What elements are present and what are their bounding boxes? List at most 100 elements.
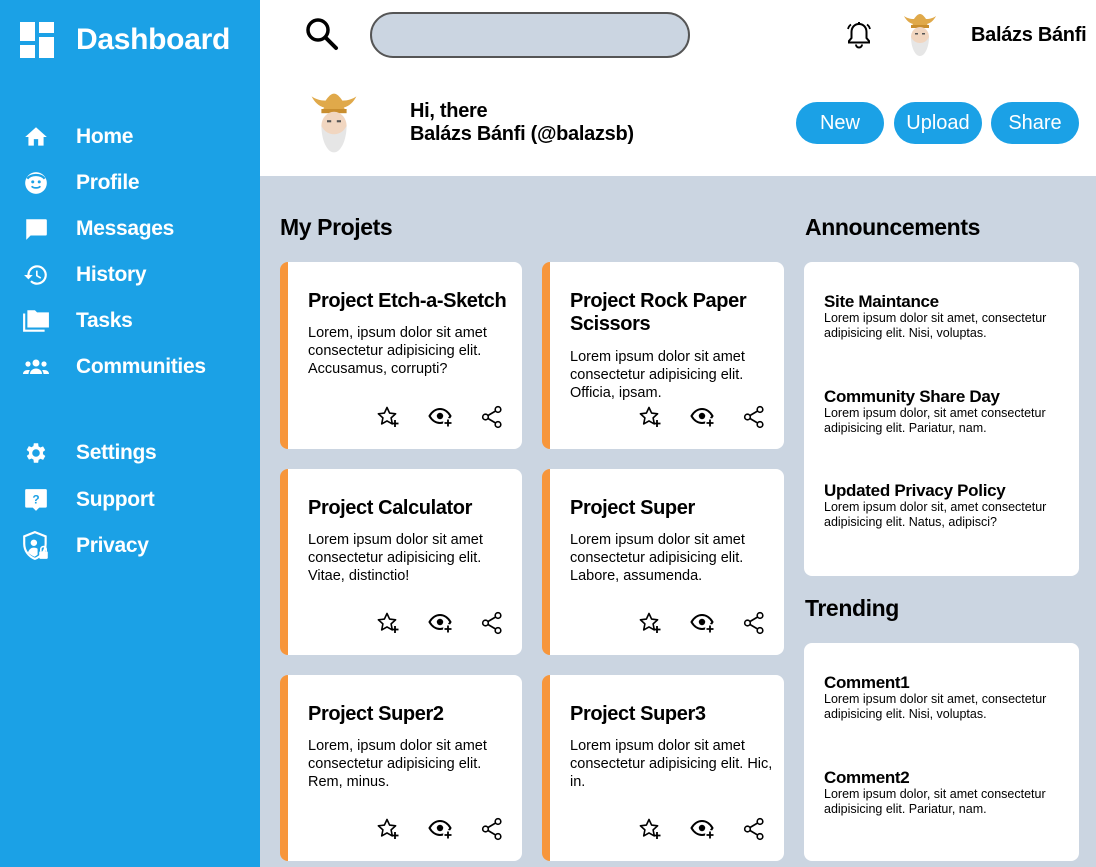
support-icon: ? [22,486,50,514]
eye-add-icon[interactable] [690,405,715,429]
trending-item-title: Comment1 [824,673,910,692]
new-button[interactable]: New [796,102,884,144]
project-card[interactable]: Project Super2 Lorem, ipsum dolor sit ame… [280,675,522,861]
project-title: Project Super3 [570,703,706,725]
trending-panel: Comment1 Lorem ipsum dolor sit amet, con… [804,643,1079,861]
star-add-icon[interactable] [376,405,400,429]
search-icon[interactable] [304,16,340,52]
messages-icon [22,215,50,243]
announcement-text: Lorem ipsum dolor sit, amet consectetur … [824,500,1047,529]
sidebar-item-privacy[interactable]: Privacy [22,529,149,563]
project-description: Lorem ipsum dolor sit amet consectetur a… [308,532,483,584]
announcements-panel: Site Maintance Lorem ipsum dolor sit ame… [804,262,1079,576]
history-icon [22,261,50,289]
sidebar-item-label: Profile [76,171,140,194]
top-header: Balázs Bánfi [260,0,1096,76]
sidebar-item-tasks[interactable]: Tasks [22,304,133,338]
announcement-text: Lorem ipsum dolor, sit amet consectetur … [824,406,1046,435]
sidebar-item-label: Tasks [76,309,133,332]
trending-title: Trending [805,595,899,621]
project-card[interactable]: Project Calculator Lorem ipsum dolor sit … [280,469,522,655]
announcement-title: Updated Privacy Policy [824,481,1006,500]
share-icon[interactable] [742,817,766,841]
project-actions [376,817,504,841]
profile-icon [22,169,50,197]
folder-icon [22,307,50,335]
projects-title: My Projets [280,214,393,240]
sidebar-item-label: Support [76,488,155,511]
announcement-title: Site Maintance [824,292,939,311]
project-actions [638,817,766,841]
eye-add-icon[interactable] [690,611,715,635]
trending-item[interactable]: Comment1 Lorem ipsum dolor sit amet, con… [824,673,1064,722]
upload-button[interactable]: Upload [894,102,982,144]
avatar [311,93,357,153]
sidebar-item-history[interactable]: History [22,258,147,292]
svg-text:?: ? [32,492,39,506]
announcement-item[interactable]: Site Maintance Lorem ipsum dolor sit ame… [824,292,1064,341]
user-name[interactable]: Balázs Bánfi [971,24,1087,47]
sidebar-item-home[interactable]: Home [22,120,133,154]
share-icon[interactable] [480,611,504,635]
project-card[interactable]: Project Etch-a-Sketch Lorem, ipsum dolor … [280,262,522,449]
announcement-item[interactable]: Updated Privacy Policy Lorem ipsum dolor… [824,481,1064,530]
star-add-icon[interactable] [638,817,662,841]
eye-add-icon[interactable] [690,817,715,841]
project-actions [376,405,504,429]
sidebar-item-settings[interactable]: Settings [22,436,157,470]
star-add-icon[interactable] [638,611,662,635]
project-description: Lorem, ipsum dolor sit amet consectetur … [308,325,487,377]
sidebar-item-label: Home [76,125,134,148]
sidebar-item-label: Settings [76,441,157,464]
eye-add-icon[interactable] [428,405,453,429]
star-add-icon[interactable] [376,817,400,841]
share-icon[interactable] [480,817,504,841]
bell-icon[interactable] [844,20,874,50]
project-description: Lorem, ipsum dolor sit amet consectetur … [308,738,487,790]
project-actions [638,611,766,635]
sidebar-item-label: Privacy [76,534,149,557]
announcement-text: Lorem ipsum dolor sit amet, consectetur … [824,311,1047,340]
greeting-bar: Hi, there Balázs Bánfi (@balazsb) New Up… [260,76,1096,176]
trending-item-text: Lorem ipsum dolor, sit amet consectetur … [824,787,1046,816]
trending-item[interactable]: Comment2 Lorem ipsum dolor, sit amet con… [824,768,1064,817]
project-title: Project Etch-a-Sketch [308,290,507,312]
share-icon[interactable] [742,611,766,635]
privacy-icon [22,531,50,560]
announcement-item[interactable]: Community Share Day Lorem ipsum dolor, s… [824,387,1064,436]
project-title: Project Calculator [308,497,472,519]
project-card[interactable]: Project Super3 Lorem ipsum dolor sit amet… [542,675,784,861]
project-description: Lorem ipsum dolor sit amet consectetur a… [570,532,745,584]
sidebar-item-messages[interactable]: Messages [22,212,174,246]
share-button[interactable]: Share [991,102,1079,144]
search-input[interactable] [370,12,690,58]
sidebar-item-profile[interactable]: Profile [22,166,140,200]
star-add-icon[interactable] [376,611,400,635]
gear-icon [22,439,50,467]
sidebar-item-support[interactable]: ? Support [22,483,155,517]
project-description: Lorem ipsum dolor sit amet consectetur a… [570,738,773,790]
project-description: Lorem ipsum dolor sit amet consectetur a… [570,349,745,401]
sidebar-item-communities[interactable]: Communities [22,350,206,384]
brand[interactable]: Dashboard [20,22,230,58]
eye-add-icon[interactable] [428,817,453,841]
star-add-icon[interactable] [638,405,662,429]
eye-add-icon[interactable] [428,611,453,635]
sidebar-item-label: Communities [76,355,206,378]
project-card[interactable]: Project Super Lorem ipsum dolor sit amet … [542,469,784,655]
sidebar-item-label: Messages [76,217,174,240]
project-title: Project Rock Paper Scissors [570,290,747,335]
share-icon[interactable] [742,405,766,429]
project-actions [638,405,766,429]
trending-item-text: Lorem ipsum dolor sit amet, consectetur … [824,692,1047,721]
dashboard-icon [20,22,54,58]
sidebar: Dashboard Home Profile Messages History … [0,0,260,867]
announcement-title: Community Share Day [824,387,1000,406]
share-icon[interactable] [480,405,504,429]
announcements-title: Announcements [805,214,980,240]
avatar[interactable] [900,12,940,58]
project-card[interactable]: Project Rock Paper Scissors Lorem ipsum d… [542,262,784,449]
project-title: Project Super2 [308,703,444,725]
trending-item-title: Comment2 [824,768,910,787]
greeting-text: Hi, there [410,100,488,122]
